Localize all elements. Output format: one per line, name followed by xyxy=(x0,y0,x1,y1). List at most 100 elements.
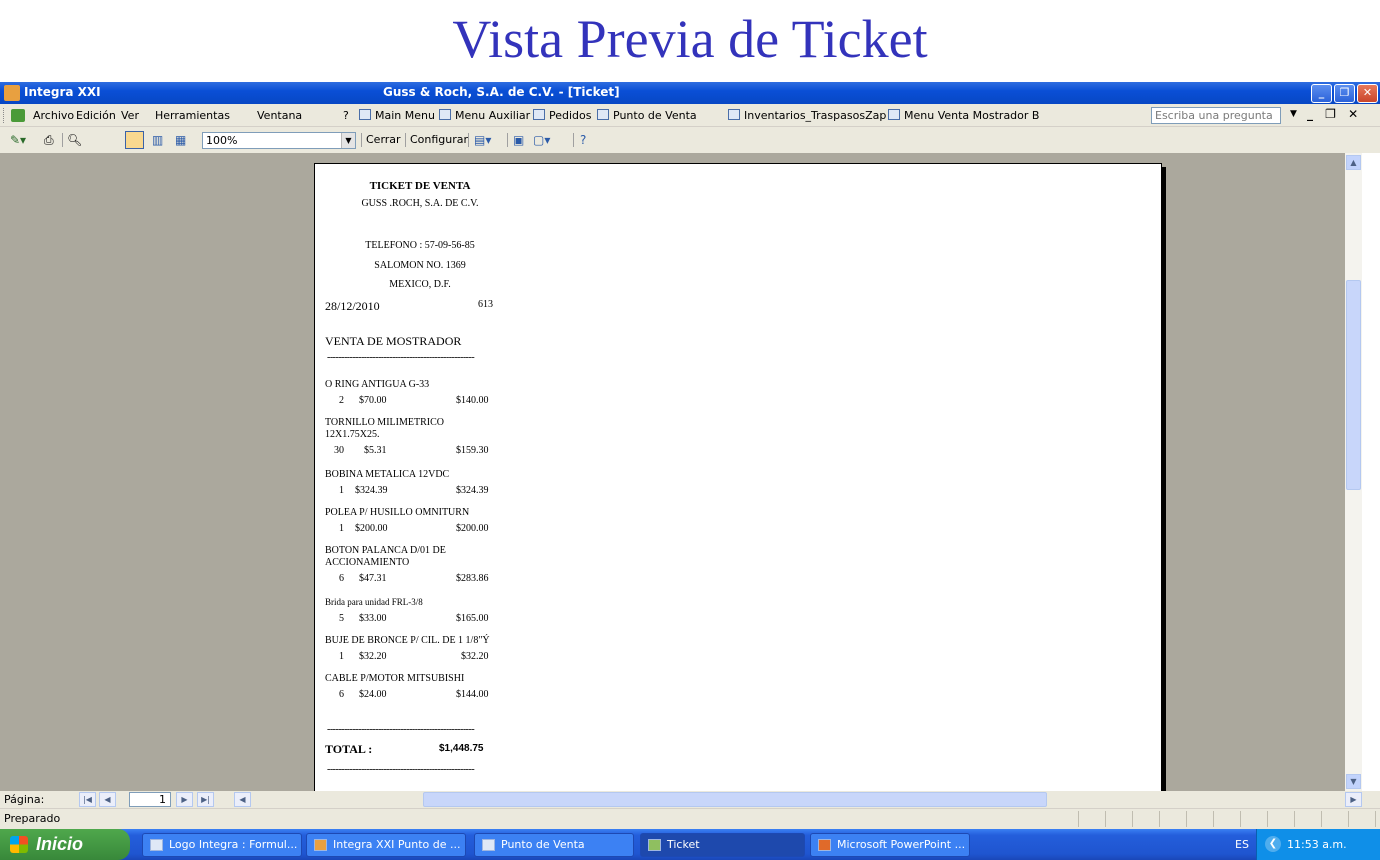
item-description: CABLE P/MOTOR MITSUBISHI xyxy=(325,673,465,684)
app-icon xyxy=(4,85,20,101)
two-pages-icon[interactable]: ▥ xyxy=(152,133,163,148)
taskbar-item[interactable]: Microsoft PowerPoint ... xyxy=(810,833,970,857)
item-qty: 1 xyxy=(339,523,344,534)
close-button[interactable]: ✕ xyxy=(1357,84,1378,103)
total-label: TOTAL : xyxy=(325,742,373,756)
shortcut-pedidos[interactable]: Pedidos xyxy=(533,109,592,122)
chevron-down-icon[interactable]: ▼ xyxy=(1290,109,1297,119)
item-description: BOBINA METALICA 12VDC xyxy=(325,469,450,480)
status-text: Preparado xyxy=(4,812,61,825)
taskbar-item[interactable]: Punto de Venta xyxy=(474,833,634,857)
item-amount: $165.00 xyxy=(456,613,489,624)
form-icon xyxy=(439,109,451,120)
vertical-scrollbar[interactable]: ▲ ▼ xyxy=(1345,153,1362,791)
view-icon[interactable]: ✎▾ xyxy=(10,133,26,148)
form-icon xyxy=(728,109,740,120)
separator-line: ----------------------------------------… xyxy=(327,352,475,363)
close-preview-button[interactable]: Cerrar xyxy=(366,133,401,146)
ticket-date: 28/12/2010 xyxy=(325,299,380,313)
slide-title: Vista Previa de Ticket xyxy=(452,9,928,69)
status-bar: Preparado xyxy=(0,808,1380,829)
first-page-icon[interactable]: |◀ xyxy=(79,792,96,807)
item-description-line2: 12X1.75X25. xyxy=(325,429,380,440)
item-qty: 6 xyxy=(339,689,344,700)
taskbar: Inicio Logo Integra : Formul... Integra … xyxy=(0,829,1380,860)
scroll-left-icon[interactable]: ◀ xyxy=(234,792,251,807)
one-page-icon[interactable] xyxy=(125,131,144,149)
word-icon[interactable]: ▤▾ xyxy=(474,133,491,148)
previous-page-icon[interactable]: ◀ xyxy=(99,792,116,807)
new-object-icon[interactable]: ▢▾ xyxy=(533,133,550,148)
menu-edicion[interactable]: Edición xyxy=(76,109,116,122)
start-button[interactable]: Inicio xyxy=(0,829,130,860)
form-icon xyxy=(888,109,900,120)
item-price: $324.39 xyxy=(355,485,388,496)
item-qty: 2 xyxy=(339,395,344,406)
vertical-scroll-thumb[interactable] xyxy=(1346,280,1361,490)
separator-line: ----------------------------------------… xyxy=(327,764,475,775)
toolbar-grip[interactable] xyxy=(3,108,6,123)
item-description-line2: ACCIONAMIENTO xyxy=(325,557,410,568)
item-price: $24.00 xyxy=(359,689,387,700)
status-indicators xyxy=(1078,811,1378,827)
help-question-input[interactable]: Escriba una pregunta xyxy=(1151,107,1281,124)
configure-button[interactable]: Configurar xyxy=(410,133,468,146)
item-price: $200.00 xyxy=(355,523,388,534)
form-icon xyxy=(359,109,371,120)
phone: TELEFONO : 57-09-56-85 xyxy=(365,240,475,251)
clock: 11:53 a.m. xyxy=(1287,838,1347,851)
item-qty: 1 xyxy=(339,485,344,496)
maximize-button[interactable]: ❐ xyxy=(1334,84,1355,103)
language-indicator[interactable]: ES xyxy=(1235,838,1249,851)
menu-herramientas[interactable]: Herramientas xyxy=(155,109,230,122)
menu-ver[interactable]: Ver xyxy=(121,109,139,122)
zoom-select[interactable]: 100% ▼ xyxy=(202,132,356,149)
page-navigation-bar: Página: |◀ ◀ 1 ▶ ▶| ◀ ▶ xyxy=(0,791,1380,808)
report-icon xyxy=(648,839,661,851)
menu-app-icon[interactable] xyxy=(11,109,25,122)
scroll-right-icon[interactable]: ▶ xyxy=(1345,792,1362,807)
menu-help[interactable]: ? xyxy=(343,109,349,122)
app-name: Integra XXI xyxy=(24,85,101,99)
shortcut-main-menu[interactable]: Main Menu xyxy=(359,109,435,122)
item-price: $5.31 xyxy=(364,445,387,456)
item-amount: $159.30 xyxy=(456,445,489,456)
ticket-heading: TICKET DE VENTA xyxy=(369,180,471,192)
database-window-icon[interactable]: ▣ xyxy=(513,133,524,148)
menu-archivo[interactable]: Archivo xyxy=(33,109,74,122)
item-amount: $283.86 xyxy=(456,573,489,584)
multiple-pages-icon[interactable]: ▦ xyxy=(175,133,186,148)
taskbar-item-active[interactable]: Ticket xyxy=(640,833,805,857)
title-bar: Integra XXI Guss & Roch, S.A. de C.V. - … xyxy=(0,82,1380,104)
help-icon[interactable]: ? xyxy=(580,133,586,148)
item-description: TORNILLO MILIMETRICO xyxy=(325,417,444,428)
item-description: POLEA P/ HUSILLO OMNITURN xyxy=(325,507,470,518)
scroll-down-icon[interactable]: ▼ xyxy=(1346,774,1361,789)
magnifier-icon[interactable]: 🔍︎ xyxy=(67,133,82,148)
printer-icon[interactable]: ⎙ xyxy=(44,133,54,148)
shortcut-menu-auxiliar[interactable]: Menu Auxiliar xyxy=(439,109,530,122)
city: MEXICO, D.F. xyxy=(389,279,451,290)
shortcut-punto-de-venta[interactable]: Punto de Venta xyxy=(597,109,697,122)
taskbar-item[interactable]: Logo Integra : Formul... xyxy=(142,833,302,857)
chevron-left-icon[interactable]: ❮ xyxy=(1265,836,1281,852)
minimize-button[interactable]: _ xyxy=(1311,84,1332,103)
horizontal-scroll-thumb[interactable] xyxy=(423,792,1047,807)
shortcut-menu-venta-mostrador[interactable]: Menu Venta Mostrador B xyxy=(888,109,1039,122)
shortcut-inventarios[interactable]: Inventarios_TraspasosZap xyxy=(728,109,886,122)
next-page-icon[interactable]: ▶ xyxy=(176,792,193,807)
last-page-icon[interactable]: ▶| xyxy=(197,792,214,807)
menu-ventana[interactable]: Ventana xyxy=(257,109,302,122)
item-amount: $324.39 xyxy=(456,485,489,496)
item-qty: 30 xyxy=(334,445,344,456)
mdi-window-buttons[interactable]: _ ❐ ✕ xyxy=(1307,107,1362,121)
item-qty: 5 xyxy=(339,613,344,624)
separator-line: ----------------------------------------… xyxy=(327,724,475,735)
ticket-number: 613 xyxy=(478,299,493,310)
scroll-up-icon[interactable]: ▲ xyxy=(1346,155,1361,170)
item-qty: 1 xyxy=(339,651,344,662)
chevron-down-icon[interactable]: ▼ xyxy=(341,133,355,148)
page-number-input[interactable]: 1 xyxy=(129,792,171,807)
form-icon xyxy=(482,839,495,851)
taskbar-item[interactable]: Integra XXI Punto de ... xyxy=(306,833,466,857)
